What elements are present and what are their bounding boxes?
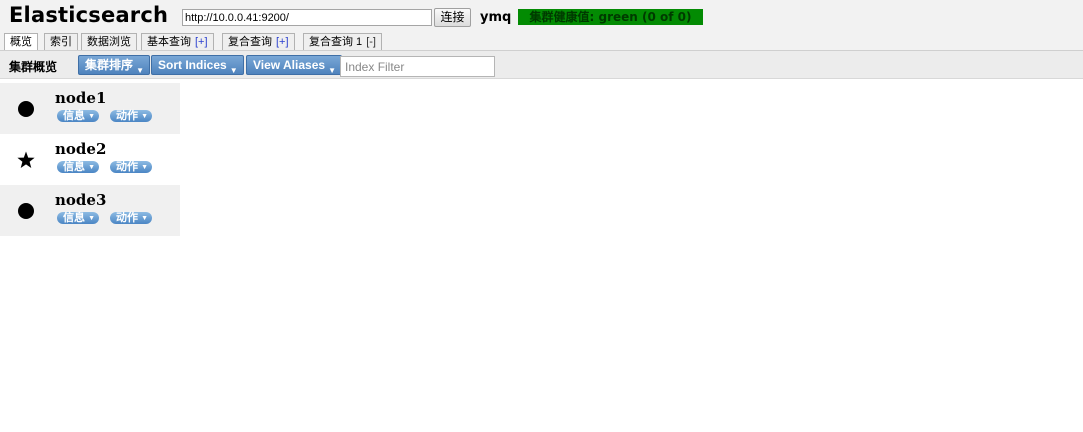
info-label: 信息 bbox=[63, 212, 85, 224]
tab-compound-query-1[interactable]: 复合查询 1 [-] bbox=[303, 33, 382, 50]
circle-icon bbox=[18, 101, 34, 117]
node-name: node2 bbox=[55, 140, 107, 158]
tab-label: 索引 bbox=[50, 36, 72, 48]
server-url-input[interactable] bbox=[182, 9, 432, 26]
node-info-button[interactable]: 信息 ▼ bbox=[57, 161, 99, 173]
header-bar: Elasticsearch 连接 ymq 集群健康值: green (0 of … bbox=[0, 0, 1083, 33]
cluster-sort-button[interactable]: 集群排序 ▼ bbox=[78, 55, 151, 75]
node-row: node2 信息 ▼ 动作 ▼ bbox=[0, 134, 180, 185]
node-action-button[interactable]: 动作 ▼ bbox=[110, 212, 152, 224]
cluster-name: ymq bbox=[480, 10, 512, 25]
chevron-down-icon: ▼ bbox=[141, 215, 148, 222]
tab-compound-query[interactable]: 复合查询 [+] bbox=[222, 33, 295, 50]
sort-indices-button[interactable]: Sort Indices ▼ bbox=[151, 55, 244, 75]
sort-indices-label: Sort Indices bbox=[158, 58, 227, 72]
node-action-button[interactable]: 动作 ▼ bbox=[110, 161, 152, 173]
chevron-down-icon: ▼ bbox=[229, 66, 238, 75]
info-label: 信息 bbox=[63, 161, 85, 173]
add-tab-icon[interactable]: [+] bbox=[195, 36, 208, 48]
index-filter-input[interactable] bbox=[340, 56, 495, 77]
chevron-down-icon: ▼ bbox=[88, 113, 95, 120]
node-name: node1 bbox=[55, 89, 107, 107]
app-title: Elasticsearch bbox=[9, 3, 169, 27]
tab-label: 概览 bbox=[10, 36, 32, 48]
action-label: 动作 bbox=[116, 212, 138, 224]
tab-indices[interactable]: 索引 bbox=[44, 33, 78, 50]
toolbar-title: 集群概览 bbox=[9, 60, 58, 74]
add-tab-icon[interactable]: [+] bbox=[276, 36, 289, 48]
node-name: node3 bbox=[55, 191, 107, 209]
chevron-down-icon: ▼ bbox=[88, 215, 95, 222]
chevron-down-icon: ▼ bbox=[136, 66, 145, 75]
tab-label: 复合查询 1 bbox=[309, 36, 363, 48]
tab-basic-query[interactable]: 基本查询 [+] bbox=[141, 33, 214, 50]
chevron-down-icon: ▼ bbox=[328, 66, 337, 75]
tab-label: 复合查询 bbox=[228, 36, 272, 48]
action-label: 动作 bbox=[116, 161, 138, 173]
info-label: 信息 bbox=[63, 110, 85, 122]
view-aliases-label: View Aliases bbox=[253, 58, 326, 72]
node-row: node3 信息 ▼ 动作 ▼ bbox=[0, 185, 180, 236]
tab-bar: 概览 索引 数据浏览 基本查询 [+] 复合查询 [+] 复合查询 1 [-] bbox=[0, 33, 1083, 51]
circle-icon bbox=[18, 203, 34, 219]
star-icon bbox=[17, 151, 35, 168]
node-action-button[interactable]: 动作 ▼ bbox=[110, 110, 152, 122]
tab-label: 数据浏览 bbox=[87, 36, 131, 48]
cluster-health-badge: 集群健康值: green (0 of 0) bbox=[518, 9, 703, 25]
chevron-down-icon: ▼ bbox=[88, 164, 95, 171]
tab-browser[interactable]: 数据浏览 bbox=[81, 33, 137, 50]
node-info-button[interactable]: 信息 ▼ bbox=[57, 110, 99, 122]
tab-overview[interactable]: 概览 bbox=[4, 33, 38, 51]
close-tab-icon[interactable]: [-] bbox=[366, 36, 376, 48]
node-row: node1 信息 ▼ 动作 ▼ bbox=[0, 83, 180, 134]
connect-button[interactable]: 连接 bbox=[434, 8, 471, 27]
cluster-sort-label: 集群排序 bbox=[85, 58, 134, 72]
chevron-down-icon: ▼ bbox=[141, 113, 148, 120]
overview-toolbar: 集群概览 集群排序 ▼ Sort Indices ▼ View Aliases ▼ bbox=[0, 50, 1083, 79]
tab-label: 基本查询 bbox=[147, 36, 191, 48]
chevron-down-icon: ▼ bbox=[141, 164, 148, 171]
node-info-button[interactable]: 信息 ▼ bbox=[57, 212, 99, 224]
action-label: 动作 bbox=[116, 110, 138, 122]
view-aliases-button[interactable]: View Aliases ▼ bbox=[246, 55, 343, 75]
